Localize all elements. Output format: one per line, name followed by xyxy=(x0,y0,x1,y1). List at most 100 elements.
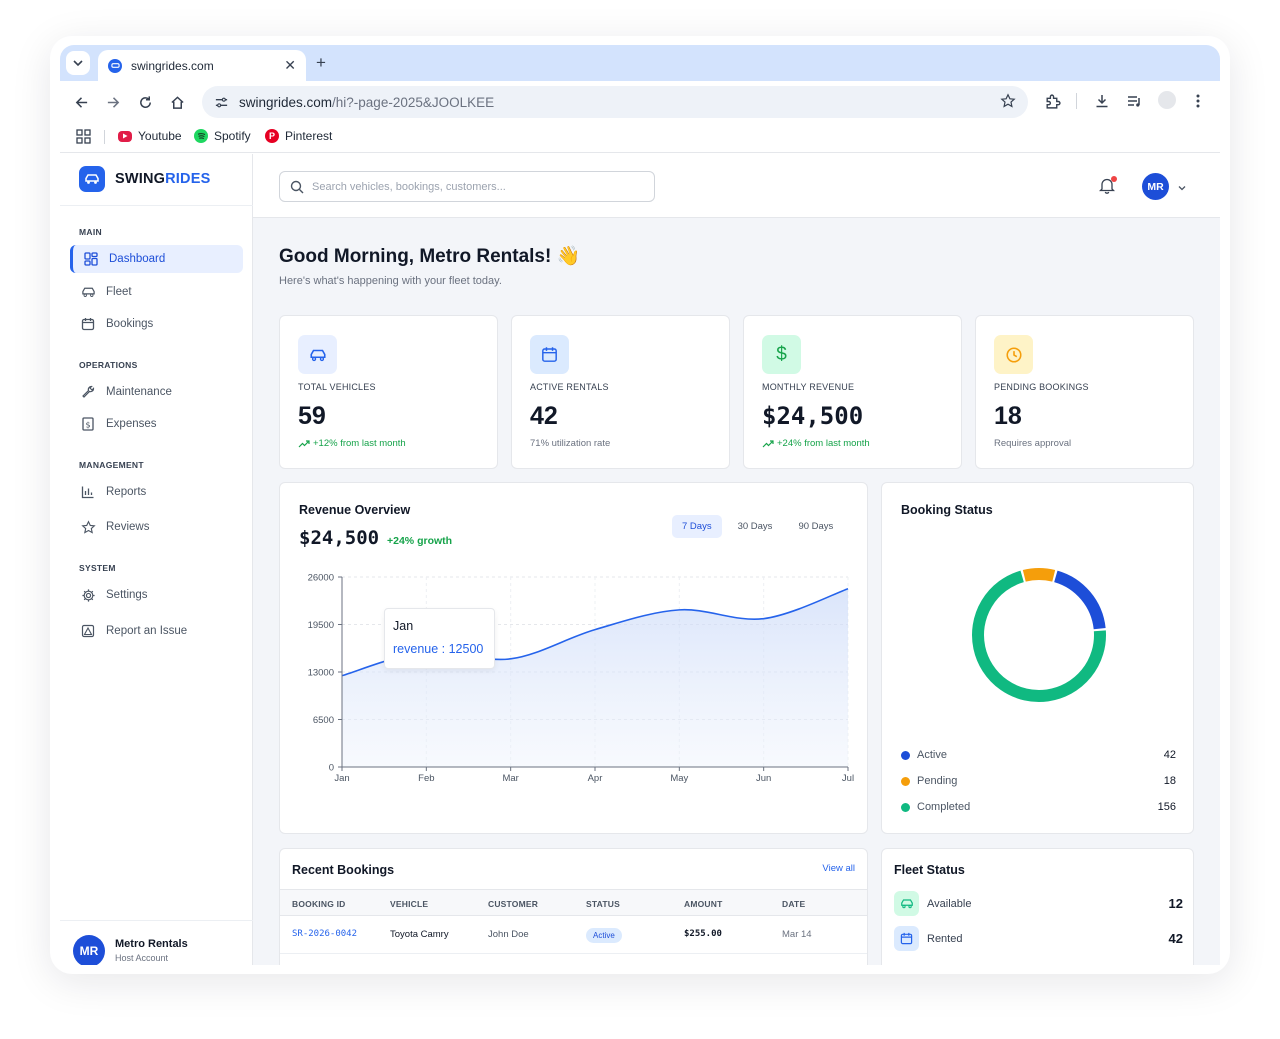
url-host: swingrides.com xyxy=(239,94,333,110)
sidebar-item-fleet[interactable]: Fleet xyxy=(70,278,243,306)
donut-slice-pending[interactable] xyxy=(1022,568,1056,582)
star-icon xyxy=(80,519,96,535)
column-header[interactable]: BOOKING ID xyxy=(292,899,345,909)
downloads-icon[interactable] xyxy=(1094,93,1110,114)
booking-status-donut[interactable] xyxy=(969,565,1109,705)
sidebar-item-settings[interactable]: Settings xyxy=(70,581,243,609)
bookmark-star-icon[interactable] xyxy=(1000,93,1016,112)
donut-slice-active[interactable] xyxy=(1053,570,1106,630)
tab-search-button[interactable] xyxy=(66,51,90,75)
bookmark-label: Youtube xyxy=(138,129,182,143)
stat-label: PENDING BOOKINGS xyxy=(994,382,1089,392)
brand-logo[interactable]: SWINGRIDES xyxy=(79,166,210,192)
stat-card-active-rentals[interactable]: ACTIVE RENTALS 42 71% utilization rate xyxy=(511,315,730,469)
reload-button[interactable] xyxy=(136,93,154,111)
tooltip-value: revenue : 12500 xyxy=(393,642,484,656)
brand-name: SWINGRIDES xyxy=(115,171,210,187)
booking-status-card: Booking Status Active 42 Pending 18 Comple… xyxy=(881,482,1194,834)
fleet-status-card: Fleet Status Available 12 Rented 42 xyxy=(881,848,1194,965)
sidebar-item-label: Dashboard xyxy=(109,253,166,265)
revenue-chart[interactable]: 26000195001300065000Jan Feb Mar Apr May Jun Ju… xyxy=(280,563,869,793)
bookmarks-bar: Youtube Spotify P Pinterest xyxy=(60,121,1220,153)
grid-icon xyxy=(83,251,99,267)
more-menu-icon[interactable] xyxy=(1194,93,1202,114)
clock-icon xyxy=(994,335,1033,374)
sidebar-item-reviews[interactable]: Reviews xyxy=(70,513,243,541)
toolbar-divider xyxy=(1076,93,1077,109)
column-header[interactable]: CUSTOMER xyxy=(488,899,538,909)
stat-value: 59 xyxy=(298,402,326,430)
account-footer[interactable]: MR Metro Rentals Host Account xyxy=(60,920,253,965)
range-tab-90-days[interactable]: 90 Days xyxy=(788,515,843,538)
address-bar[interactable]: swingrides.com/hi?-page-2025&JOOLKEE xyxy=(202,86,1028,118)
new-tab-button[interactable]: + xyxy=(316,53,326,73)
site-favicon-icon xyxy=(108,58,122,73)
forward-button[interactable] xyxy=(104,93,122,111)
sidebar-divider xyxy=(60,205,253,206)
sidebar-item-maintenance[interactable]: Maintenance xyxy=(70,378,243,406)
user-menu-chevron-icon[interactable] xyxy=(1177,180,1187,198)
column-header[interactable]: VEHICLE xyxy=(390,899,428,909)
search-box xyxy=(279,171,655,202)
recent-bookings-card: Recent Bookings View all BOOKING ID VEHI… xyxy=(279,848,868,965)
view-all-link[interactable]: View all xyxy=(822,863,855,874)
sidebar-item-label: Reviews xyxy=(106,521,150,533)
legend-value: 156 xyxy=(1157,801,1176,813)
stat-note: 71% utilization rate xyxy=(530,438,611,449)
sidebar-item-bookings[interactable]: Bookings xyxy=(70,310,243,338)
sidebar-item-reports[interactable]: Reports xyxy=(70,478,243,506)
bookmark-spotify[interactable]: Spotify xyxy=(194,129,251,143)
bookmark-youtube[interactable]: Youtube xyxy=(118,129,182,143)
table-row[interactable]: SR-2026-0042 Toyota Camry John Doe Activ… xyxy=(280,916,867,954)
fleet-value: 42 xyxy=(1168,931,1183,946)
y-tick-label: 19500 xyxy=(308,620,334,631)
media-controls-icon[interactable] xyxy=(1126,93,1142,114)
back-button[interactable] xyxy=(72,93,90,111)
column-header[interactable]: STATUS xyxy=(586,899,620,909)
range-tab-30-days[interactable]: 30 Days xyxy=(728,515,783,538)
site-settings-icon[interactable] xyxy=(214,95,229,110)
home-button[interactable] xyxy=(168,93,186,111)
notifications-button[interactable] xyxy=(1098,176,1117,199)
range-tab-7-days[interactable]: 7 Days xyxy=(672,515,722,538)
stat-label: MONTHLY REVENUE xyxy=(762,382,855,392)
booking-id-link[interactable]: SR-2026-0042 xyxy=(292,929,357,939)
youtube-icon xyxy=(118,130,132,142)
sidebar-item-expenses[interactable]: $ Expenses xyxy=(70,410,243,438)
legend-label: Completed xyxy=(917,801,971,813)
user-avatar[interactable]: MR xyxy=(1142,173,1169,200)
column-header[interactable]: DATE xyxy=(782,899,805,909)
customer-cell: John Doe xyxy=(488,929,529,940)
fleet-value: 12 xyxy=(1168,896,1183,911)
stat-label: ACTIVE RENTALS xyxy=(530,382,609,392)
sidebar-item-report-issue[interactable]: Report an Issue xyxy=(70,617,243,645)
search-input[interactable] xyxy=(312,180,632,193)
fleet-item-rented[interactable]: Rented 42 xyxy=(894,926,1183,951)
browser-toolbar: swingrides.com/hi?-page-2025&JOOLKEE xyxy=(60,81,1220,121)
table-header: BOOKING ID VEHICLE CUSTOMER STATUS AMOUN… xyxy=(280,889,867,916)
legend-value: 18 xyxy=(1163,775,1176,787)
home-icon xyxy=(170,95,184,109)
trend-up-icon xyxy=(298,439,310,447)
bookmark-pinterest[interactable]: P Pinterest xyxy=(265,129,332,143)
reload-icon xyxy=(139,95,151,108)
profile-avatar-icon[interactable] xyxy=(1158,91,1176,109)
sidebar-item-label: Expenses xyxy=(106,418,157,430)
fleet-item-available[interactable]: Available 12 xyxy=(894,891,1183,916)
brand-name-part1: SWING xyxy=(115,171,166,187)
legend-dot xyxy=(901,776,910,786)
stat-card-total-vehicles[interactable]: TOTAL VEHICLES 59 +12% from last month xyxy=(279,315,498,469)
stat-value: $24,500 xyxy=(762,402,864,430)
extensions-icon[interactable] xyxy=(1044,93,1061,115)
stat-card-monthly-revenue[interactable]: $ MONTHLY REVENUE $24,500 +24% from last… xyxy=(743,315,962,469)
browser-tab[interactable]: swingrides.com ✕ xyxy=(98,50,306,81)
column-header[interactable]: AMOUNT xyxy=(684,899,723,909)
calendar-icon xyxy=(894,926,919,951)
x-tick-label: Mar xyxy=(502,773,518,784)
apps-grid-icon[interactable] xyxy=(76,129,91,144)
fleet-label: Rented xyxy=(927,932,963,945)
stat-card-pending-bookings[interactable]: PENDING BOOKINGS 18 Requires approval xyxy=(975,315,1194,469)
legend-dot xyxy=(901,750,910,760)
sidebar-item-dashboard[interactable]: Dashboard xyxy=(70,245,243,273)
tab-close-icon[interactable]: ✕ xyxy=(284,57,296,74)
